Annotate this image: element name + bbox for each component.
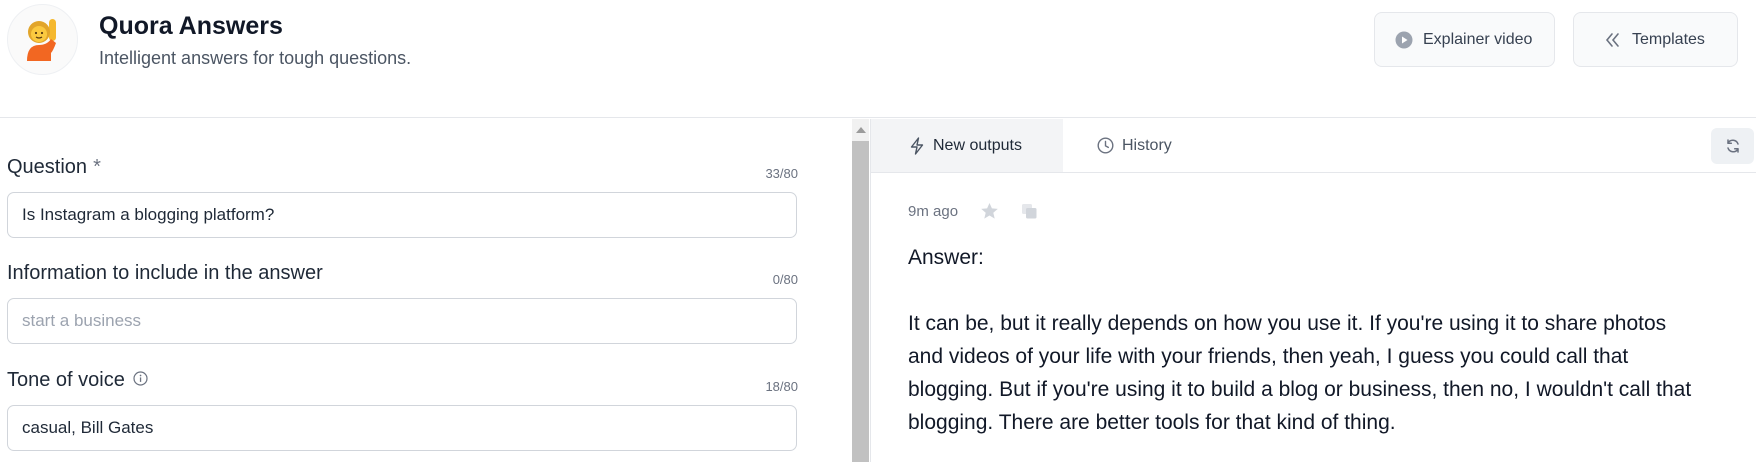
output-meta: 9m ago	[908, 202, 1038, 220]
app-title: Quora Answers	[99, 12, 283, 40]
lightning-icon	[910, 136, 924, 155]
answer-line: and videos of your life with your friend…	[908, 345, 1629, 368]
answer-line: It can be, but it really depends on how …	[908, 312, 1667, 335]
app-logo	[7, 4, 78, 75]
star-icon[interactable]	[980, 202, 999, 220]
question-counter: 33/80	[765, 166, 798, 181]
tone-input[interactable]	[7, 405, 797, 451]
app-subtitle: Intelligent answers for tough questions.	[99, 48, 412, 68]
answer-line: blogging. There are better tools for tha…	[908, 411, 1396, 434]
templates-label: Templates	[1632, 30, 1705, 48]
refresh-button[interactable]	[1711, 128, 1754, 164]
output-panel: New outputs History 9m ago Answer: It ca…	[870, 119, 1756, 462]
question-input[interactable]	[7, 192, 797, 238]
required-mark: *	[93, 156, 101, 178]
copy-icon[interactable]	[1021, 203, 1038, 220]
tab-history-label: History	[1122, 136, 1172, 154]
question-label: Question *	[7, 156, 101, 178]
tab-history[interactable]: History	[1097, 119, 1172, 172]
info-label: Information to include in the answer	[7, 262, 323, 284]
form-scrollbar[interactable]	[852, 119, 869, 462]
clock-icon	[1097, 137, 1114, 154]
tone-label: Tone of voice	[7, 369, 148, 392]
output-tabs: New outputs History	[871, 119, 1756, 173]
answer-output: Answer: It can be, but it really depends…	[908, 241, 1738, 439]
tab-new-outputs-label: New outputs	[933, 136, 1022, 154]
output-time: 9m ago	[908, 202, 959, 220]
input-form: Question* 33/80 Information to include i…	[0, 119, 852, 462]
answer-line: blogging. But if you're using it to buil…	[908, 378, 1692, 401]
templates-button[interactable]: Templates	[1573, 12, 1738, 67]
answer-heading: Answer:	[908, 246, 984, 269]
explainer-video-button[interactable]: Explainer video	[1374, 12, 1555, 67]
tab-new-outputs[interactable]: New outputs	[871, 119, 1063, 172]
info-input[interactable]	[7, 298, 797, 344]
person-raising-hand-icon	[26, 18, 56, 61]
tone-counter: 18/80	[765, 379, 798, 394]
info-icon[interactable]	[133, 369, 148, 392]
scroll-thumb[interactable]	[852, 141, 869, 462]
play-circle-icon	[1395, 31, 1413, 48]
chevrons-left-icon	[1605, 32, 1619, 47]
app-header: Quora Answers Intelligent answers for to…	[0, 0, 1756, 118]
info-counter: 0/80	[772, 272, 798, 287]
refresh-icon	[1726, 139, 1739, 153]
explainer-video-label: Explainer video	[1423, 30, 1533, 48]
scroll-up-arrow-icon[interactable]	[856, 127, 866, 133]
